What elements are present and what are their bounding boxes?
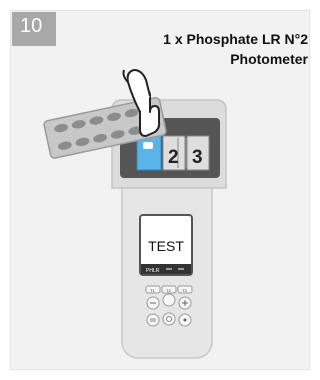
vial-slot-1	[136, 135, 162, 171]
key-power	[162, 312, 176, 326]
screen-text: TEST	[148, 238, 184, 254]
screen-status: PHLR	[146, 268, 160, 274]
key-t2-label: T2	[166, 288, 171, 293]
photometer-illustration: 2 3 TEST PHLR T1 T2 T3	[43, 69, 227, 359]
key-menu	[146, 313, 160, 327]
key-ok	[162, 293, 176, 307]
key-t1-label: T1	[150, 288, 155, 293]
key-t3-label: T3	[182, 288, 187, 293]
vial-cap	[143, 142, 153, 149]
chamber-label-3: 3	[192, 147, 203, 168]
chamber-label-2: 2	[168, 147, 179, 168]
